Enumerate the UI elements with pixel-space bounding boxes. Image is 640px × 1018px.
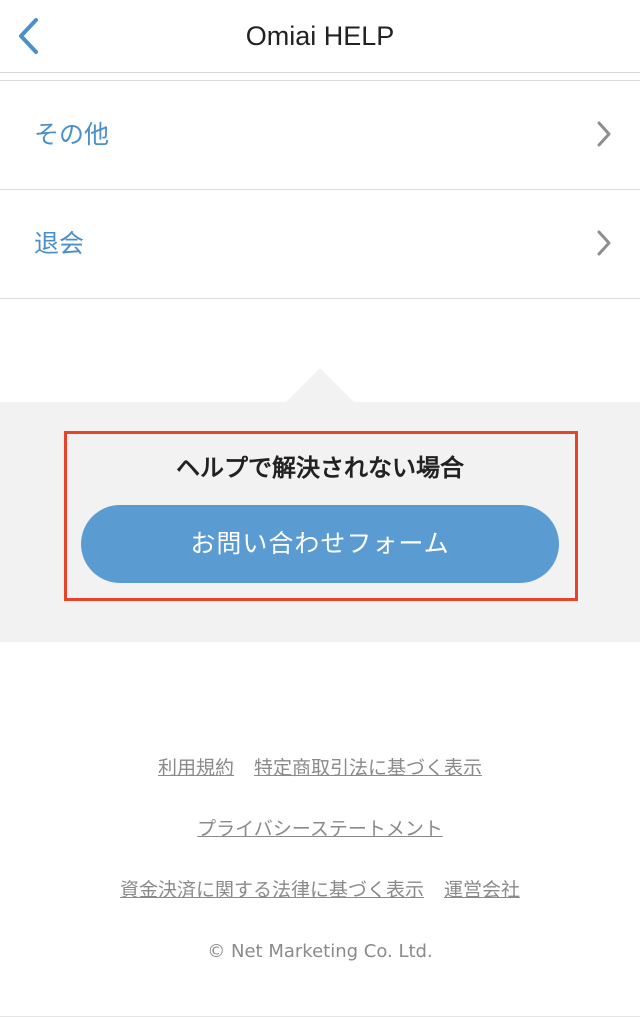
help-heading: ヘルプで解決されない場合 bbox=[176, 454, 464, 482]
chevron-right-icon bbox=[597, 230, 611, 256]
company-info-link[interactable]: 運営会社 bbox=[444, 879, 520, 901]
footer-links-row-3: 資金決済に関する法律に基づく表示 運営会社 bbox=[0, 876, 640, 904]
help-panel-notch bbox=[286, 368, 354, 402]
list-item-other[interactable]: その他 bbox=[0, 81, 640, 190]
list-item-withdraw[interactable]: 退会 bbox=[0, 190, 640, 299]
list-item-label: その他 bbox=[34, 120, 110, 149]
bottom-divider bbox=[0, 1016, 640, 1017]
terms-link[interactable]: 利用規約 bbox=[158, 757, 234, 779]
help-page: Omiai HELP その他 退会 ヘルプで解決されない場合 お問い合わせフォー… bbox=[0, 0, 640, 1018]
top-navigation-bar: Omiai HELP bbox=[0, 0, 640, 73]
commercial-law-link[interactable]: 特定商取引法に基づく表示 bbox=[254, 757, 482, 779]
footer-links-row-2: プライバシーステートメント bbox=[0, 815, 640, 843]
payment-act-link[interactable]: 資金決済に関する法律に基づく表示 bbox=[120, 879, 424, 901]
copyright-text: © Net Marketing Co. Ltd. bbox=[207, 941, 433, 962]
list-item-label: 退会 bbox=[34, 229, 85, 258]
footer-links-row-1: 利用規約 特定商取引法に基づく表示 bbox=[0, 754, 640, 782]
privacy-statement-link[interactable]: プライバシーステートメント bbox=[197, 818, 443, 840]
contact-form-button[interactable]: お問い合わせフォーム bbox=[81, 505, 559, 583]
chevron-right-icon bbox=[597, 121, 611, 147]
page-title: Omiai HELP bbox=[245, 21, 395, 51]
